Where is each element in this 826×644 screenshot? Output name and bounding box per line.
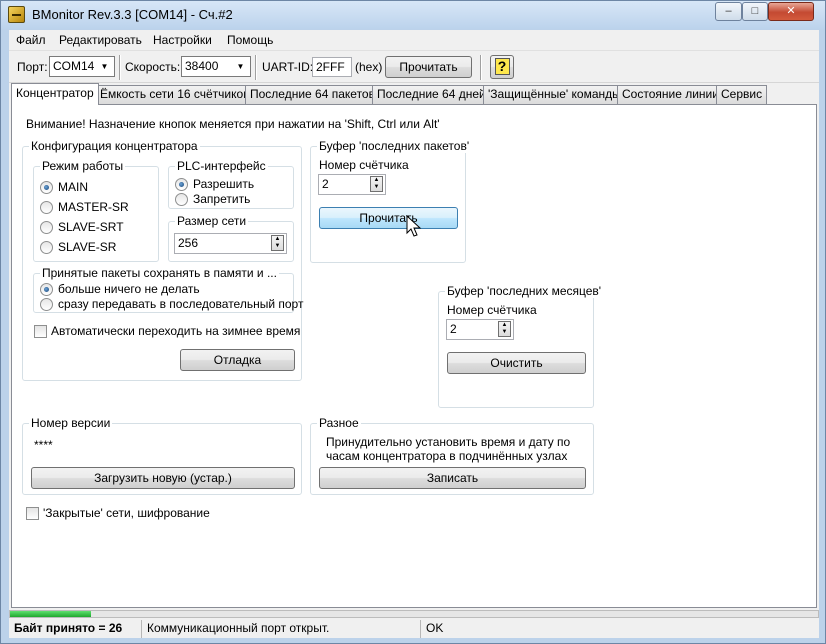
write-time-button[interactable]: Записать <box>319 467 586 489</box>
load-firmware-button[interactable]: Загрузить новую (устар.) <box>31 467 295 489</box>
packets-forward-label: сразу передавать в последовательный порт <box>58 297 304 311</box>
month-buffer-meter-label: Номер счётчика <box>447 303 537 317</box>
status-bytes: Байт принято = 26 <box>14 621 123 635</box>
plc-enable-radio[interactable] <box>175 178 188 191</box>
debug-button[interactable]: Отладка <box>180 349 295 371</box>
port-value: COM14 <box>53 59 95 73</box>
plc-group-title: PLC-интерфейс <box>175 159 268 173</box>
uart-id-label: UART-ID: <box>262 60 314 74</box>
uart-read-button[interactable]: Прочитать <box>385 56 472 78</box>
notice-text: Внимание! Назначение кнопок меняется при… <box>26 117 440 131</box>
tab-last-packets[interactable]: Последние 64 пакетов <box>245 85 380 104</box>
mode-master-sr-radio[interactable] <box>40 201 53 214</box>
version-group-title: Номер версии <box>29 416 113 430</box>
port-select[interactable]: COM14 ▼ <box>49 56 115 77</box>
mode-slave-srt-radio[interactable] <box>40 221 53 234</box>
month-buffer-group: Буфер 'последних месяцев' Номер счётчика… <box>438 284 604 408</box>
speed-label: Скорость: <box>125 60 181 74</box>
mode-main-radio[interactable] <box>40 181 53 194</box>
tab-concentrator[interactable]: Концентратор <box>11 83 99 105</box>
mouse-cursor-icon <box>406 215 422 237</box>
plc-enable-label: Разрешить <box>193 177 255 191</box>
toolbar-separator <box>480 55 482 80</box>
version-group: Номер версии **** Загрузить новую (устар… <box>22 416 302 495</box>
closed-nets-label: 'Закрытые' сети, шифрование <box>43 506 210 520</box>
config-group: Конфигурация концентратора Режим работы … <box>22 139 303 381</box>
dropdown-arrow-icon: ▼ <box>236 62 245 71</box>
month-buffer-title: Буфер 'последних месяцев' <box>445 284 604 298</box>
packet-buffer-meter-label: Номер счётчика <box>319 158 409 172</box>
packets-group-title: Принятые пакеты сохранять в памяти и ... <box>40 266 279 280</box>
packets-forward-radio[interactable] <box>40 298 53 311</box>
menu-settings[interactable]: Настройки <box>153 33 212 47</box>
month-buffer-meter-spinner[interactable]: ▲ ▼ <box>498 321 511 337</box>
application-window: BMonitor Rev.3.3 [COM14] - Сч.#2 – □ ✕ Ф… <box>0 0 826 644</box>
window-title: BMonitor Rev.3.3 [COM14] - Сч.#2 <box>32 7 233 22</box>
tab-service[interactable]: Сервис <box>716 85 768 104</box>
packet-buffer-read-button[interactable]: Прочитать <box>319 207 458 229</box>
mode-master-sr-label: MASTER-SR <box>58 200 129 214</box>
packets-nothing-label: больше ничего не делать <box>58 282 200 296</box>
tab-last-days[interactable]: Последние 64 дней <box>372 85 491 104</box>
netsize-spinner[interactable]: ▲ ▼ <box>271 235 284 251</box>
uart-id-input[interactable]: 2FFF <box>312 57 352 77</box>
mode-group: Режим работы MAIN MASTER-SR SLAVE-SRT SL… <box>33 159 159 262</box>
config-group-title: Конфигурация концентратора <box>29 139 200 153</box>
help-button[interactable]: ? <box>490 55 514 79</box>
title-bar[interactable]: BMonitor Rev.3.3 [COM14] - Сч.#2 – □ ✕ <box>1 1 825 29</box>
netsize-group: Размер сети 256 ▲ ▼ <box>168 214 294 262</box>
misc-group-title: Разное <box>317 416 361 430</box>
mode-slave-sr-label: SLAVE-SR <box>58 240 117 254</box>
packet-buffer-meter-spinner[interactable]: ▲ ▼ <box>370 176 383 192</box>
tab-page-concentrator: Внимание! Назначение кнопок меняется при… <box>11 104 817 608</box>
winter-time-checkbox[interactable] <box>34 325 47 338</box>
menu-edit[interactable]: Редактировать <box>59 33 142 47</box>
toolbar-separator <box>119 55 121 80</box>
toolbar: Порт: COM14 ▼ Скорость: 38400 ▼ UART-ID:… <box>9 52 819 83</box>
mode-slave-srt-label: SLAVE-SRT <box>58 220 124 234</box>
menu-help[interactable]: Помощь <box>227 33 273 47</box>
mode-group-title: Режим работы <box>40 159 126 173</box>
month-buffer-clear-button[interactable]: Очистить <box>447 352 586 374</box>
closed-nets-checkbox[interactable] <box>26 507 39 520</box>
packet-buffer-title: Буфер 'последних пакетов' <box>317 139 472 153</box>
close-button[interactable]: ✕ <box>768 2 814 21</box>
tab-protected-commands[interactable]: 'Защищённые' команды <box>483 85 626 104</box>
plc-disable-radio[interactable] <box>175 193 188 206</box>
tab-net-capacity[interactable]: Ёмкость сети 16 счётчиков <box>95 85 255 104</box>
tab-line-status[interactable]: Состояние линии <box>617 85 724 104</box>
mode-main-label: MAIN <box>58 180 88 194</box>
menu-bar: Файл Редактировать Настройки Помощь <box>9 30 819 51</box>
menu-file[interactable]: Файл <box>16 33 46 47</box>
plc-group: PLC-интерфейс Разрешить Запретить <box>168 159 294 209</box>
minimize-button[interactable]: – <box>715 2 742 21</box>
packet-buffer-group: Буфер 'последних пакетов' Номер счётчика… <box>310 139 472 263</box>
app-icon <box>8 6 25 23</box>
status-bar: Байт принято = 26 Коммуникационный порт … <box>9 619 819 638</box>
port-label: Порт: <box>17 60 48 74</box>
misc-text-line1: Принудительно установить время и дату по <box>326 435 571 449</box>
misc-group: Разное Принудительно установить время и … <box>310 416 594 495</box>
netsize-group-title: Размер сети <box>175 214 249 228</box>
speed-select[interactable]: 38400 ▼ <box>181 56 251 77</box>
packets-group: Принятые пакеты сохранять в памяти и ...… <box>33 266 303 313</box>
maximize-button[interactable]: □ <box>742 2 768 21</box>
uart-hex-label: (hex) <box>355 60 383 74</box>
progress-bar <box>9 610 819 618</box>
dropdown-arrow-icon: ▼ <box>100 62 109 71</box>
status-result: OK <box>420 620 819 638</box>
plc-disable-label: Запретить <box>193 192 251 206</box>
winter-time-label: Автоматически переходить на зимнее время <box>51 324 301 338</box>
help-icon: ? <box>494 58 510 75</box>
mode-slave-sr-radio[interactable] <box>40 241 53 254</box>
speed-value: 38400 <box>185 59 219 73</box>
status-port-message: Коммуникационный порт открыт. <box>141 620 420 638</box>
packets-nothing-radio[interactable] <box>40 283 53 296</box>
misc-text-line2: часам концентратора в подчинённых узлах <box>326 449 568 463</box>
client-area: Файл Редактировать Настройки Помощь Порт… <box>9 30 819 638</box>
toolbar-separator <box>255 55 257 80</box>
version-value: **** <box>34 438 53 452</box>
progress-fill <box>10 611 91 617</box>
